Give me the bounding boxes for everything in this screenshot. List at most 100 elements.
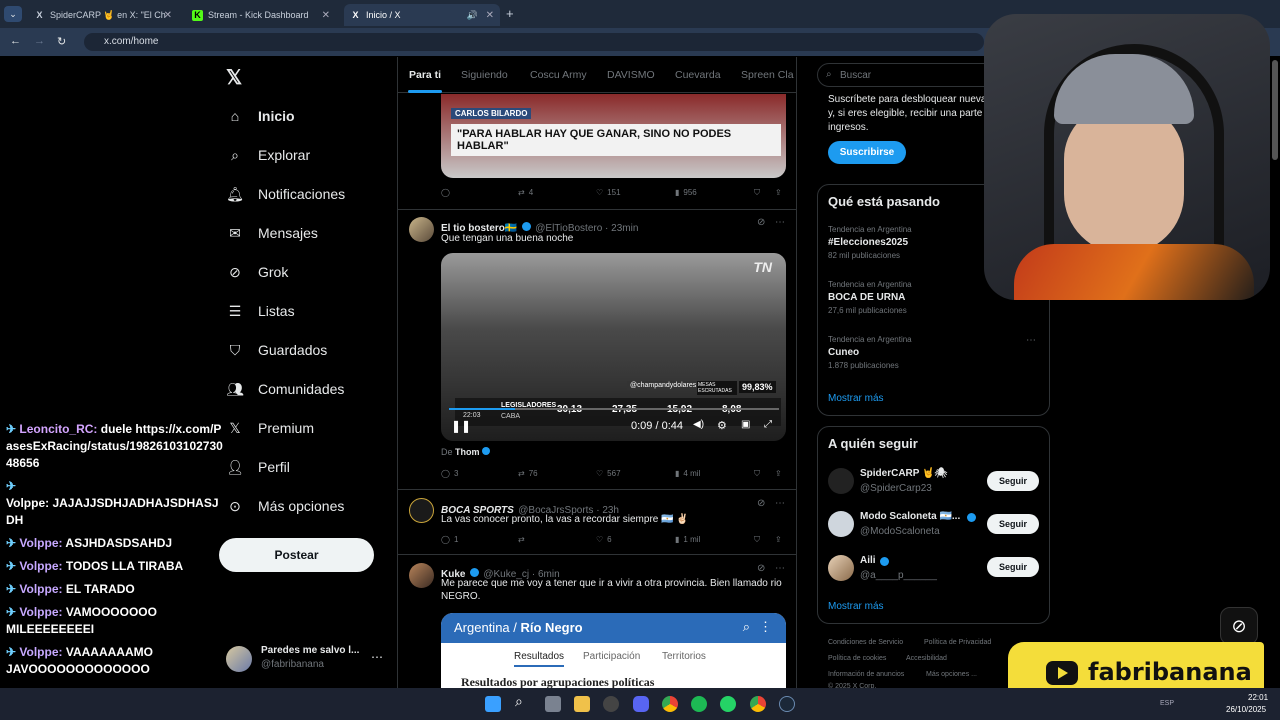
tab-para-ti[interactable]: Para ti — [409, 69, 441, 81]
chrome-icon[interactable] — [750, 696, 766, 712]
close-icon[interactable]: ✕ — [322, 10, 330, 21]
grok-icon[interactable]: ⊘ — [757, 498, 765, 509]
tweet-video[interactable]: TN @champandydolares MESAS ESCRUTADAS 99… — [441, 253, 786, 441]
x-logo-icon[interactable]: 𝕏 — [226, 65, 242, 90]
follow-name[interactable]: Aili — [860, 555, 876, 566]
sidebar-item-mensajes[interactable]: ✉ Mensajes — [226, 224, 318, 242]
tab-siguiendo[interactable]: Siguiendo — [461, 69, 508, 81]
search-icon[interactable]: ⌕ — [515, 693, 531, 709]
whatsapp-icon[interactable] — [720, 696, 736, 712]
grok-icon[interactable]: ⊘ — [757, 217, 765, 228]
grok-float-button[interactable]: ⊘ — [1220, 607, 1258, 645]
fullscreen-icon[interactable]: ⤢ — [764, 419, 772, 430]
like-button[interactable]: ♡ 151 — [596, 188, 621, 197]
tab-cuevarda[interactable]: Cuevarda — [675, 69, 721, 81]
sidebar-item-mas-opciones[interactable]: ⊙ Más opciones — [226, 497, 344, 515]
subscribe-button[interactable]: Suscribirse — [828, 141, 906, 164]
sidebar-item-comunidades[interactable]: 👥︎ Comunidades — [226, 380, 344, 398]
follow-button[interactable]: Seguir — [987, 471, 1039, 491]
clock-time[interactable]: 22:01 — [1248, 693, 1268, 702]
tab-inicio-x[interactable]: X Inicio / X 🔊 ✕ — [344, 4, 500, 26]
sidebar-item-guardados[interactable]: ⛉ Guardados — [226, 341, 328, 359]
views-button[interactable]: ▮ 1 mil — [675, 535, 700, 544]
share-icon[interactable]: ⇪ — [775, 469, 782, 478]
tweet-media[interactable]: CARLOS BILARDO "PARA HABLAR HAY QUE GANA… — [441, 94, 786, 178]
footer-link[interactable]: Política de cookies — [828, 655, 886, 662]
sidebar-item-notificaciones[interactable]: 🔔︎ Notificaciones — [226, 185, 345, 203]
tab-kick[interactable]: K Stream - Kick Dashboard ✕ — [186, 4, 336, 26]
views-button[interactable]: ▮ 956 — [675, 188, 697, 197]
new-tab-button[interactable]: + — [506, 6, 514, 21]
tab-spreen[interactable]: Spreen Cla — [741, 69, 794, 81]
footer-link[interactable]: Política de Privacidad — [924, 639, 991, 646]
chrome-icon[interactable] — [662, 696, 678, 712]
footer-link[interactable]: Más opciones ... — [926, 671, 977, 678]
reply-button[interactable]: ◯ — [441, 188, 450, 197]
folder-icon[interactable] — [574, 696, 590, 712]
tab-list-button[interactable]: ⌄ — [4, 6, 22, 22]
follow-button[interactable]: Seguir — [987, 557, 1039, 577]
sidebar-item-perfil[interactable]: 👤︎ Perfil — [226, 458, 290, 476]
more-icon[interactable]: ⋯ — [775, 563, 785, 574]
video-progress[interactable] — [449, 408, 779, 410]
follow-name[interactable]: SpiderCARP 🤘🕷 — [860, 468, 947, 479]
follow-avatar[interactable] — [828, 511, 854, 537]
follow-avatar[interactable] — [828, 468, 854, 494]
sidebar-item-premium[interactable]: 𝕏 Premium — [226, 419, 314, 437]
bookmark-icon[interactable]: ⛉ — [754, 469, 760, 479]
obs-icon[interactable] — [603, 696, 619, 712]
close-icon[interactable]: ✕ — [486, 10, 494, 21]
more-icon[interactable]: ⋯ — [775, 498, 785, 509]
more-icon[interactable]: ⋯ — [1026, 335, 1036, 346]
views-button[interactable]: ▮ 4 mil — [675, 469, 700, 478]
steam-icon[interactable] — [779, 696, 795, 712]
bookmark-icon[interactable]: ⛉ — [754, 188, 760, 198]
follow-avatar[interactable] — [828, 555, 854, 581]
sidebar-item-grok[interactable]: ⊘ Grok — [226, 263, 288, 281]
language-indicator[interactable]: ESP — [1160, 700, 1174, 707]
post-button[interactable]: Postear — [219, 538, 374, 572]
sidebar-item-listas[interactable]: ☰ Listas — [226, 302, 295, 320]
reply-button[interactable]: ◯ 3 — [441, 469, 458, 478]
show-more-trends[interactable]: Mostrar más — [828, 393, 884, 404]
share-icon[interactable]: ⇪ — [775, 535, 782, 544]
avatar[interactable] — [409, 498, 434, 523]
settings-icon[interactable]: ⚙ — [717, 419, 727, 432]
windows-start-icon[interactable] — [485, 696, 501, 712]
follow-button[interactable]: Seguir — [987, 514, 1039, 534]
retweet-button[interactable]: ⇄ — [518, 535, 525, 544]
like-button[interactable]: ♡ 567 — [596, 469, 621, 478]
avatar[interactable] — [409, 217, 434, 242]
grok-icon[interactable]: ⊘ — [757, 563, 765, 574]
discord-icon[interactable] — [633, 696, 649, 712]
more-icon[interactable]: ⋯ — [775, 217, 785, 228]
tab-spidercarp[interactable]: X SpiderCARP 🤘 en X: "El Ch ✕ — [28, 4, 178, 26]
footer-link[interactable]: Condiciones de Servicio — [828, 639, 903, 646]
clock-date[interactable]: 26/10/2025 — [1226, 705, 1266, 714]
footer-link[interactable]: Accesibilidad — [906, 655, 947, 662]
back-icon[interactable]: ← — [10, 35, 21, 47]
sidebar-item-explorar[interactable]: ⌕ Explorar — [226, 146, 310, 164]
reload-icon[interactable]: ↻ — [57, 35, 66, 48]
share-icon[interactable]: ⇪ — [775, 188, 782, 197]
url-field[interactable]: x.com/home — [84, 33, 984, 51]
close-icon[interactable]: ✕ — [164, 10, 172, 21]
pause-icon[interactable]: ❚❚ — [451, 419, 471, 433]
bookmark-icon[interactable]: ⛉ — [754, 535, 760, 545]
retweet-button[interactable]: ⇄ 76 — [518, 469, 538, 478]
tab-davismo[interactable]: DAVISMO — [607, 69, 655, 81]
tab-coscu-army[interactable]: Coscu Army — [530, 69, 587, 81]
pip-icon[interactable]: ▣ — [741, 419, 750, 430]
speaker-icon[interactable]: 🔊 — [467, 10, 478, 21]
follow-name[interactable]: Modo Scaloneta 🇦🇷... — [860, 511, 960, 522]
spotify-icon[interactable] — [691, 696, 707, 712]
task-view-icon[interactable] — [545, 696, 561, 712]
footer-link[interactable]: Información de anuncios — [828, 671, 904, 678]
retweet-button[interactable]: ⇄ 4 — [518, 188, 533, 197]
scrollbar[interactable] — [1272, 60, 1278, 160]
like-button[interactable]: ♡ 6 — [596, 535, 612, 544]
trend-item[interactable]: Tendencia en Argentina Cuneo 1.878 publi… — [828, 335, 1038, 370]
avatar[interactable] — [409, 563, 434, 588]
account-switcher[interactable]: Paredes me salvo l... @fabribanana ⋯ — [226, 644, 386, 676]
tweet-image[interactable]: Argentina / Río Negro ⌕ ⋮ Resultados Par… — [441, 613, 786, 688]
